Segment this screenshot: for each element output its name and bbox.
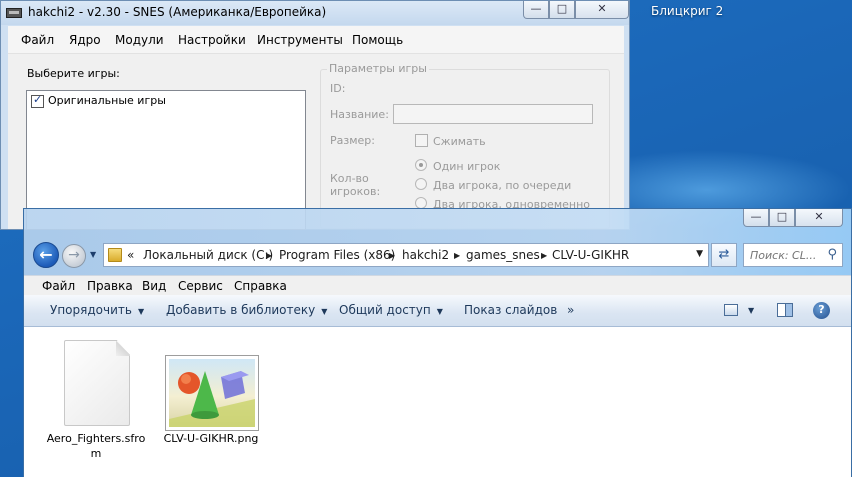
- file-item-png[interactable]: CLV-U-GIKHR.png: [161, 327, 261, 467]
- image-thumbnail: [169, 359, 255, 427]
- address-separator-icon[interactable]: ▶: [454, 251, 460, 260]
- players-label-1: Кол-во: [330, 172, 369, 185]
- explorer-maximize-button[interactable]: □: [769, 209, 795, 227]
- share-with-label: Общий доступ: [339, 303, 431, 317]
- file-name: CLV-U-GIKHR.png: [163, 432, 259, 445]
- refresh-icon[interactable]: ⇄: [711, 243, 737, 267]
- explorer-menu-file[interactable]: Файл: [42, 279, 75, 293]
- search-input[interactable]: [744, 244, 820, 266]
- game-params-group: Параметры игры ID: Название: Размер: Сжи…: [320, 62, 610, 229]
- forward-arrow-icon[interactable]: →: [62, 244, 86, 268]
- image-file-icon: [165, 355, 259, 431]
- back-arrow-icon[interactable]: ←: [33, 242, 59, 268]
- change-view-icon[interactable]: [724, 304, 738, 316]
- explorer-menu-tools[interactable]: Сервис: [178, 279, 223, 293]
- address-separator-icon[interactable]: ▶: [266, 251, 272, 260]
- address-separator-icon[interactable]: ▶: [541, 251, 547, 260]
- hakchi-maximize-button[interactable]: □: [549, 1, 575, 19]
- size-label: Размер:: [330, 134, 375, 147]
- select-games-label: Выберите игры:: [27, 67, 120, 80]
- file-list-area[interactable]: Aero_Fighters.sfrom CLV-U-GIKHR.png: [24, 327, 851, 477]
- folder-icon: [108, 248, 122, 262]
- help-icon[interactable]: ?: [813, 302, 830, 319]
- organize-button[interactable]: Упорядочить ▼: [50, 303, 144, 317]
- address-history-dropdown-icon[interactable]: ▼: [696, 249, 703, 259]
- recent-pages-dropdown-icon[interactable]: ▼: [90, 250, 96, 259]
- two-players-alt-label: Два игрока, по очереди: [433, 179, 572, 192]
- snes-console-icon: [6, 8, 22, 18]
- game-name-input[interactable]: [393, 104, 593, 124]
- one-player-radio[interactable]: [415, 159, 427, 171]
- hakchi-menu-tools[interactable]: Инструменты: [257, 33, 343, 47]
- hakchi-menu-help[interactable]: Помощь: [352, 33, 403, 47]
- hakchi-menu-modules[interactable]: Модули: [115, 33, 164, 47]
- game-params-title: Параметры игры: [327, 62, 429, 75]
- explorer-minimize-button[interactable]: —: [743, 209, 769, 227]
- search-icon[interactable]: ⚲: [827, 247, 837, 262]
- original-games-checkbox[interactable]: [31, 93, 44, 108]
- address-bar[interactable]: « Локальный диск (C:) ▶ Program Files (x…: [103, 243, 709, 267]
- explorer-menu-edit[interactable]: Правка: [87, 279, 133, 293]
- organize-label: Упорядочить: [50, 303, 132, 317]
- file-name: Aero_Fighters.sfrom: [46, 432, 146, 460]
- address-segment-games-snes[interactable]: games_snes: [466, 248, 540, 262]
- two-players-alt-radio[interactable]: [415, 178, 427, 190]
- name-label: Название:: [330, 108, 389, 121]
- hakchi-window-title: hakchi2 - v2.30 - SNES (Американка/Европ…: [28, 5, 327, 19]
- command-bar: Упорядочить ▼ Добавить в библиотеку ▼ Общи…: [24, 295, 851, 327]
- original-games-label[interactable]: Оригинальные игры: [48, 94, 166, 107]
- view-options-dropdown-icon[interactable]: ▼: [748, 306, 754, 315]
- slideshow-button[interactable]: Показ слайдов: [464, 303, 557, 317]
- players-label-2: игроков:: [330, 185, 381, 198]
- hakchi-close-button[interactable]: ✕: [575, 1, 629, 19]
- add-to-library-button[interactable]: Добавить в библиотеку ▼: [166, 303, 327, 317]
- hakchi-menubar: Файл Ядро Модули Настройки Инструменты П…: [8, 26, 624, 54]
- desktop-icon-label[interactable]: Блицкриг 2: [651, 4, 723, 18]
- picture-shapes-icon: [169, 371, 255, 427]
- share-with-button[interactable]: Общий доступ ▼: [339, 303, 443, 317]
- address-segment-program-files[interactable]: Program Files (x86): [279, 248, 395, 262]
- chevron-down-icon: ▼: [436, 307, 443, 316]
- explorer-menu-help[interactable]: Справка: [234, 279, 287, 293]
- explorer-menu-view[interactable]: Вид: [142, 279, 166, 293]
- add-to-library-label: Добавить в библиотеку: [166, 303, 316, 317]
- id-label: ID:: [330, 82, 346, 95]
- address-segment-hakchi2[interactable]: hakchi2: [402, 248, 449, 262]
- hakchi-minimize-button[interactable]: —: [523, 1, 549, 19]
- hakchi-menu-core[interactable]: Ядро: [69, 33, 101, 47]
- file-item-sfrom[interactable]: Aero_Fighters.sfrom: [46, 327, 146, 467]
- document-fold: [116, 340, 130, 356]
- address-segment-drive[interactable]: Локальный диск (C:): [143, 248, 273, 262]
- address-overflow[interactable]: «: [127, 248, 134, 262]
- hakchi-window: hakchi2 - v2.30 - SNES (Американка/Европ…: [0, 0, 630, 230]
- explorer-close-button[interactable]: ✕: [795, 209, 843, 227]
- address-separator-icon[interactable]: ▶: [389, 251, 395, 260]
- search-box[interactable]: ⚲: [743, 243, 843, 267]
- address-segment-current[interactable]: CLV-U-GIKHR: [552, 248, 629, 262]
- compress-label: Сжимать: [433, 135, 486, 148]
- compress-checkbox[interactable]: [415, 134, 428, 147]
- chevron-down-icon: ▼: [321, 307, 328, 316]
- chevron-down-icon: ▼: [137, 307, 145, 316]
- preview-pane-icon[interactable]: [777, 303, 793, 317]
- one-player-label: Один игрок: [433, 160, 501, 173]
- hakchi-menu-file[interactable]: Файл: [21, 33, 54, 47]
- more-commands-button[interactable]: »: [567, 303, 574, 317]
- hakchi-menu-settings[interactable]: Настройки: [178, 33, 246, 47]
- explorer-menubar: Файл Правка Вид Сервис Справка: [24, 275, 851, 295]
- explorer-window: — □ ✕ ← → ▼ « Локальный диск (C:) ▶ Prog…: [23, 208, 852, 477]
- hakchi-body: Выберите игры: Оригинальные игры Парамет…: [8, 54, 624, 230]
